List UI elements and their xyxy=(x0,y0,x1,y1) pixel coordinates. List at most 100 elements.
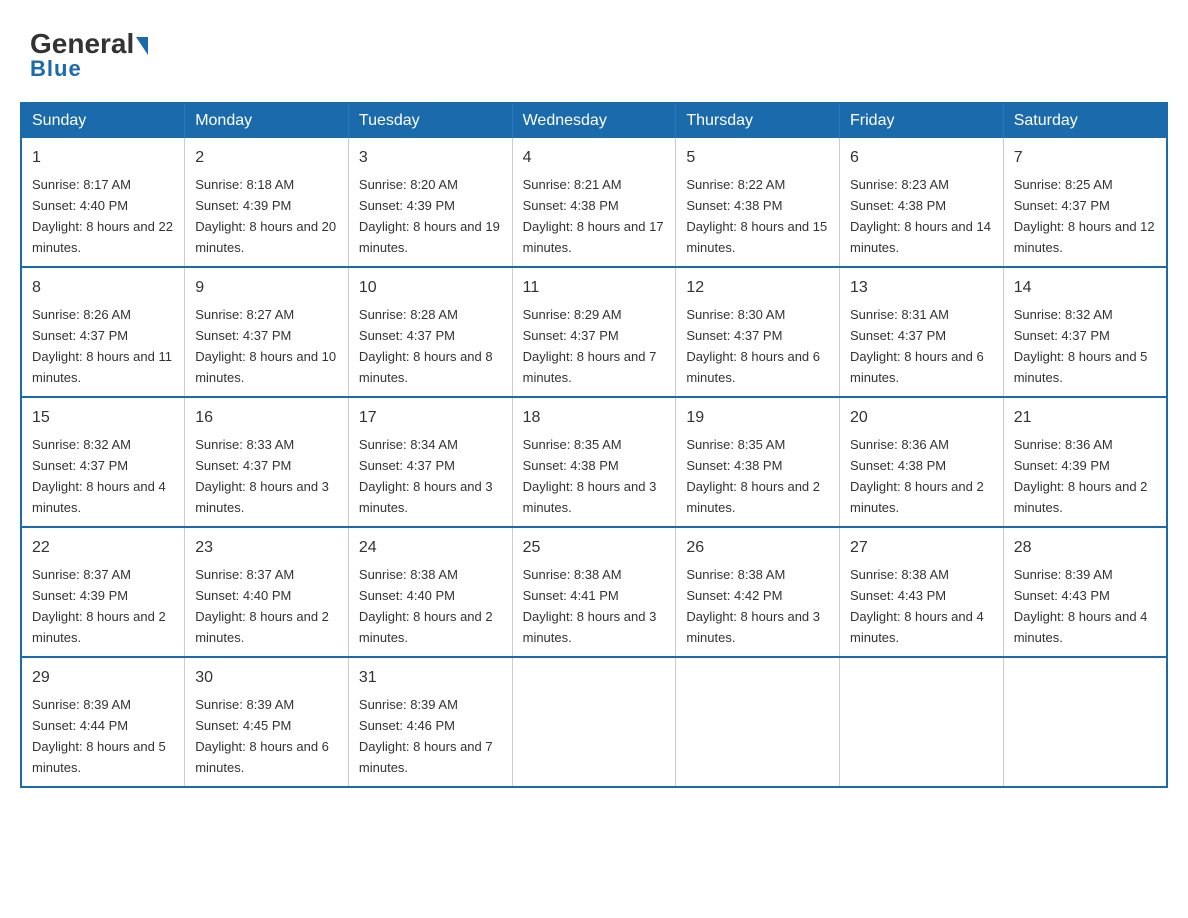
calendar-day-cell: 1 Sunrise: 8:17 AMSunset: 4:40 PMDayligh… xyxy=(21,138,185,267)
day-number: 10 xyxy=(359,276,502,300)
day-number: 28 xyxy=(1014,536,1156,560)
calendar-day-cell xyxy=(676,657,840,787)
day-number: 18 xyxy=(523,406,666,430)
calendar-day-cell: 21 Sunrise: 8:36 AMSunset: 4:39 PMDaylig… xyxy=(1003,397,1167,527)
day-number: 15 xyxy=(32,406,174,430)
calendar-day-cell: 13 Sunrise: 8:31 AMSunset: 4:37 PMDaylig… xyxy=(840,267,1004,397)
day-number: 19 xyxy=(686,406,829,430)
day-info: Sunrise: 8:30 AMSunset: 4:37 PMDaylight:… xyxy=(686,307,820,385)
day-number: 26 xyxy=(686,536,829,560)
day-number: 24 xyxy=(359,536,502,560)
day-info: Sunrise: 8:36 AMSunset: 4:39 PMDaylight:… xyxy=(1014,437,1148,515)
calendar-week-row: 15 Sunrise: 8:32 AMSunset: 4:37 PMDaylig… xyxy=(21,397,1167,527)
day-info: Sunrise: 8:38 AMSunset: 4:42 PMDaylight:… xyxy=(686,567,820,645)
day-number: 14 xyxy=(1014,276,1156,300)
day-info: Sunrise: 8:18 AMSunset: 4:39 PMDaylight:… xyxy=(195,177,336,255)
day-of-week-header: Wednesday xyxy=(512,103,676,138)
day-info: Sunrise: 8:38 AMSunset: 4:40 PMDaylight:… xyxy=(359,567,493,645)
day-info: Sunrise: 8:39 AMSunset: 4:44 PMDaylight:… xyxy=(32,697,166,775)
day-of-week-header: Monday xyxy=(185,103,349,138)
day-info: Sunrise: 8:21 AMSunset: 4:38 PMDaylight:… xyxy=(523,177,664,255)
day-of-week-header: Saturday xyxy=(1003,103,1167,138)
calendar-day-cell: 28 Sunrise: 8:39 AMSunset: 4:43 PMDaylig… xyxy=(1003,527,1167,657)
day-info: Sunrise: 8:32 AMSunset: 4:37 PMDaylight:… xyxy=(32,437,166,515)
day-info: Sunrise: 8:39 AMSunset: 4:46 PMDaylight:… xyxy=(359,697,493,775)
day-info: Sunrise: 8:28 AMSunset: 4:37 PMDaylight:… xyxy=(359,307,493,385)
day-number: 27 xyxy=(850,536,993,560)
day-number: 12 xyxy=(686,276,829,300)
calendar-day-cell: 29 Sunrise: 8:39 AMSunset: 4:44 PMDaylig… xyxy=(21,657,185,787)
page-header: General Blue xyxy=(20,20,1168,82)
day-info: Sunrise: 8:33 AMSunset: 4:37 PMDaylight:… xyxy=(195,437,329,515)
day-number: 9 xyxy=(195,276,338,300)
day-number: 7 xyxy=(1014,146,1156,170)
calendar-day-cell: 24 Sunrise: 8:38 AMSunset: 4:40 PMDaylig… xyxy=(348,527,512,657)
day-info: Sunrise: 8:38 AMSunset: 4:43 PMDaylight:… xyxy=(850,567,984,645)
calendar-week-row: 29 Sunrise: 8:39 AMSunset: 4:44 PMDaylig… xyxy=(21,657,1167,787)
day-info: Sunrise: 8:38 AMSunset: 4:41 PMDaylight:… xyxy=(523,567,657,645)
calendar-day-cell: 31 Sunrise: 8:39 AMSunset: 4:46 PMDaylig… xyxy=(348,657,512,787)
day-info: Sunrise: 8:37 AMSunset: 4:39 PMDaylight:… xyxy=(32,567,166,645)
calendar-day-cell: 5 Sunrise: 8:22 AMSunset: 4:38 PMDayligh… xyxy=(676,138,840,267)
calendar-day-cell: 20 Sunrise: 8:36 AMSunset: 4:38 PMDaylig… xyxy=(840,397,1004,527)
day-number: 25 xyxy=(523,536,666,560)
day-of-week-header: Friday xyxy=(840,103,1004,138)
calendar-day-cell: 16 Sunrise: 8:33 AMSunset: 4:37 PMDaylig… xyxy=(185,397,349,527)
calendar-day-cell: 4 Sunrise: 8:21 AMSunset: 4:38 PMDayligh… xyxy=(512,138,676,267)
calendar-week-row: 22 Sunrise: 8:37 AMSunset: 4:39 PMDaylig… xyxy=(21,527,1167,657)
day-info: Sunrise: 8:25 AMSunset: 4:37 PMDaylight:… xyxy=(1014,177,1155,255)
day-number: 3 xyxy=(359,146,502,170)
day-of-week-header: Sunday xyxy=(21,103,185,138)
day-info: Sunrise: 8:17 AMSunset: 4:40 PMDaylight:… xyxy=(32,177,173,255)
day-info: Sunrise: 8:27 AMSunset: 4:37 PMDaylight:… xyxy=(195,307,336,385)
day-info: Sunrise: 8:20 AMSunset: 4:39 PMDaylight:… xyxy=(359,177,500,255)
day-info: Sunrise: 8:29 AMSunset: 4:37 PMDaylight:… xyxy=(523,307,657,385)
calendar-day-cell: 2 Sunrise: 8:18 AMSunset: 4:39 PMDayligh… xyxy=(185,138,349,267)
calendar-day-cell xyxy=(1003,657,1167,787)
day-info: Sunrise: 8:37 AMSunset: 4:40 PMDaylight:… xyxy=(195,567,329,645)
calendar-day-cell: 23 Sunrise: 8:37 AMSunset: 4:40 PMDaylig… xyxy=(185,527,349,657)
day-info: Sunrise: 8:32 AMSunset: 4:37 PMDaylight:… xyxy=(1014,307,1148,385)
day-info: Sunrise: 8:35 AMSunset: 4:38 PMDaylight:… xyxy=(523,437,657,515)
day-number: 23 xyxy=(195,536,338,560)
day-number: 22 xyxy=(32,536,174,560)
calendar-day-cell xyxy=(512,657,676,787)
calendar-day-cell: 22 Sunrise: 8:37 AMSunset: 4:39 PMDaylig… xyxy=(21,527,185,657)
logo-triangle-icon xyxy=(136,37,148,55)
day-number: 20 xyxy=(850,406,993,430)
calendar-day-cell: 8 Sunrise: 8:26 AMSunset: 4:37 PMDayligh… xyxy=(21,267,185,397)
day-number: 29 xyxy=(32,666,174,690)
day-info: Sunrise: 8:36 AMSunset: 4:38 PMDaylight:… xyxy=(850,437,984,515)
calendar-day-cell xyxy=(840,657,1004,787)
calendar-day-cell: 18 Sunrise: 8:35 AMSunset: 4:38 PMDaylig… xyxy=(512,397,676,527)
day-info: Sunrise: 8:35 AMSunset: 4:38 PMDaylight:… xyxy=(686,437,820,515)
day-info: Sunrise: 8:31 AMSunset: 4:37 PMDaylight:… xyxy=(850,307,984,385)
day-number: 4 xyxy=(523,146,666,170)
calendar-day-cell: 19 Sunrise: 8:35 AMSunset: 4:38 PMDaylig… xyxy=(676,397,840,527)
calendar-day-cell: 30 Sunrise: 8:39 AMSunset: 4:45 PMDaylig… xyxy=(185,657,349,787)
day-info: Sunrise: 8:39 AMSunset: 4:45 PMDaylight:… xyxy=(195,697,329,775)
calendar-week-row: 1 Sunrise: 8:17 AMSunset: 4:40 PMDayligh… xyxy=(21,138,1167,267)
calendar-day-cell: 17 Sunrise: 8:34 AMSunset: 4:37 PMDaylig… xyxy=(348,397,512,527)
day-number: 11 xyxy=(523,276,666,300)
logo: General Blue xyxy=(30,30,148,82)
calendar-day-cell: 6 Sunrise: 8:23 AMSunset: 4:38 PMDayligh… xyxy=(840,138,1004,267)
day-number: 6 xyxy=(850,146,993,170)
day-number: 30 xyxy=(195,666,338,690)
calendar-day-cell: 15 Sunrise: 8:32 AMSunset: 4:37 PMDaylig… xyxy=(21,397,185,527)
logo-main-text: General xyxy=(30,30,148,58)
calendar-day-cell: 12 Sunrise: 8:30 AMSunset: 4:37 PMDaylig… xyxy=(676,267,840,397)
calendar-table: SundayMondayTuesdayWednesdayThursdayFrid… xyxy=(20,102,1168,788)
day-number: 21 xyxy=(1014,406,1156,430)
day-number: 17 xyxy=(359,406,502,430)
day-number: 1 xyxy=(32,146,174,170)
day-of-week-header: Thursday xyxy=(676,103,840,138)
day-number: 31 xyxy=(359,666,502,690)
day-info: Sunrise: 8:23 AMSunset: 4:38 PMDaylight:… xyxy=(850,177,991,255)
calendar-header-row: SundayMondayTuesdayWednesdayThursdayFrid… xyxy=(21,103,1167,138)
day-info: Sunrise: 8:39 AMSunset: 4:43 PMDaylight:… xyxy=(1014,567,1148,645)
day-info: Sunrise: 8:22 AMSunset: 4:38 PMDaylight:… xyxy=(686,177,827,255)
calendar-day-cell: 14 Sunrise: 8:32 AMSunset: 4:37 PMDaylig… xyxy=(1003,267,1167,397)
day-of-week-header: Tuesday xyxy=(348,103,512,138)
calendar-day-cell: 7 Sunrise: 8:25 AMSunset: 4:37 PMDayligh… xyxy=(1003,138,1167,267)
